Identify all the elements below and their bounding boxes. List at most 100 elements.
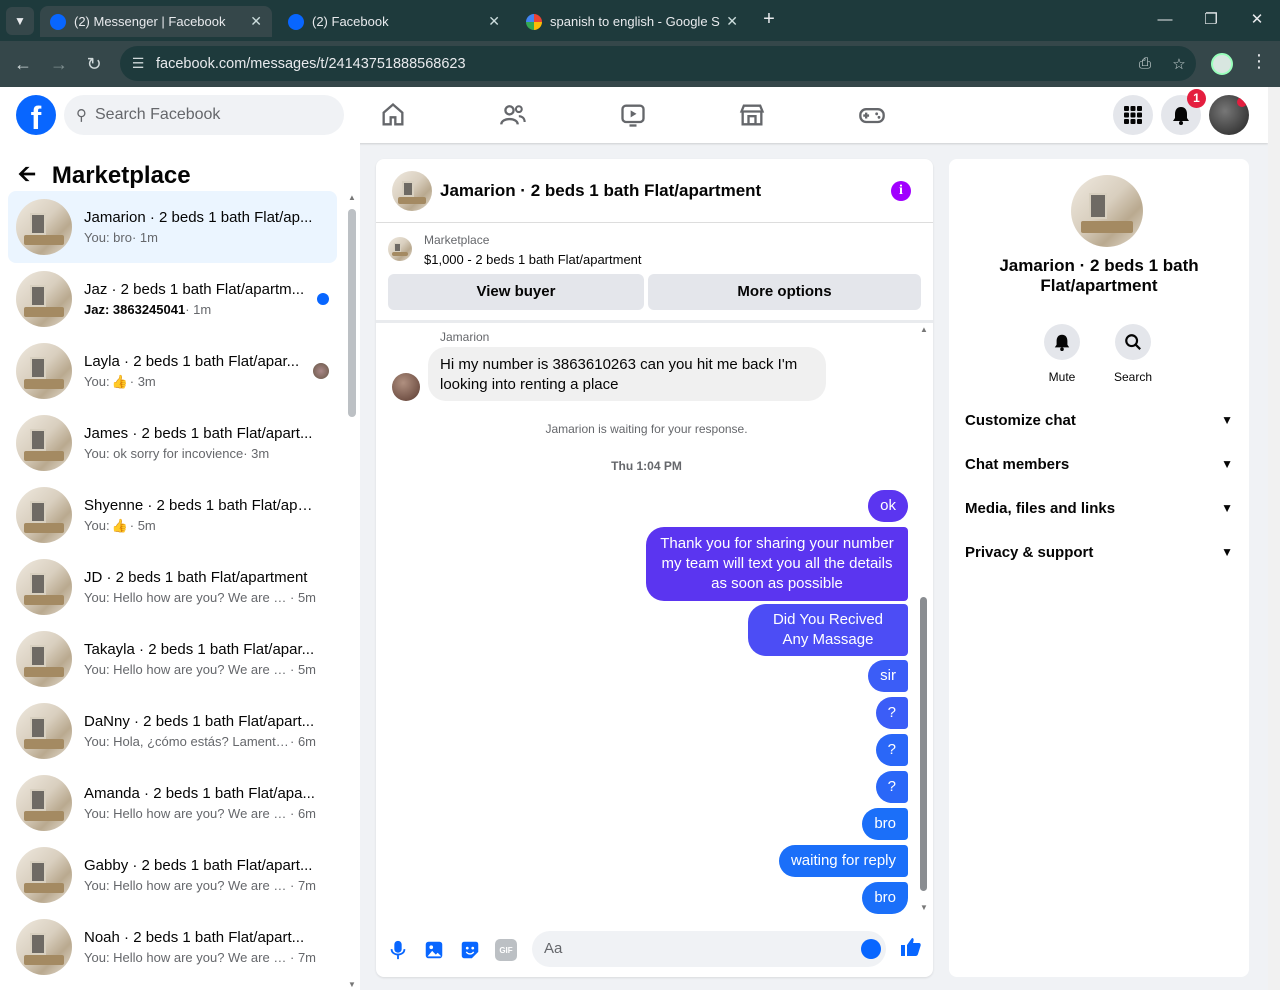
browser-profile-avatar[interactable]	[1211, 53, 1233, 75]
chat-members-section[interactable]: Chat members ▼	[965, 444, 1233, 484]
conversation-item[interactable]: Amanda · 2 beds 1 bath Flat/apa... You: H…	[8, 767, 337, 839]
outgoing-message[interactable]: Did You Recived Any Massage	[748, 604, 908, 656]
install-app-icon[interactable]: ⎙	[1128, 55, 1162, 72]
tab-messenger[interactable]: (2) Messenger | Facebook ✕	[40, 6, 272, 37]
scroll-up-icon[interactable]: ▲	[348, 193, 356, 202]
outgoing-message[interactable]: ok	[868, 490, 908, 522]
listing-thumbnail	[16, 487, 72, 543]
preview-time: · 5m	[290, 590, 316, 605]
sticker-icon[interactable]	[459, 939, 481, 961]
maximize-button[interactable]: ❐	[1188, 6, 1234, 34]
gif-icon[interactable]: GIF	[495, 939, 517, 961]
facebook-favicon-icon	[50, 13, 66, 30]
section-label: Customize chat	[965, 411, 1076, 429]
bookmark-star-icon[interactable]: ☆	[1162, 55, 1196, 73]
tab-facebook[interactable]: (2) Facebook ✕	[278, 6, 510, 37]
bell-icon	[1173, 107, 1189, 125]
preview-text: You: bro	[84, 230, 132, 245]
info-icon[interactable]: i	[891, 181, 911, 201]
scroll-down-icon[interactable]: ▼	[348, 980, 356, 989]
outgoing-message[interactable]: ?	[875, 697, 908, 729]
preview-time: · 6m	[290, 806, 316, 821]
microphone-icon[interactable]	[387, 939, 409, 961]
scroll-down-icon[interactable]: ▼	[920, 903, 928, 912]
account-avatar[interactable]	[1209, 95, 1249, 135]
conversation-item[interactable]: James · 2 beds 1 bath Flat/apart... You: …	[8, 407, 337, 479]
window-close-button[interactable]: ✕	[1234, 6, 1280, 34]
minimize-button[interactable]: —	[1142, 6, 1188, 34]
thread-scroll-thumb[interactable]	[920, 597, 927, 891]
close-icon[interactable]: ✕	[488, 13, 500, 30]
photo-icon[interactable]	[423, 939, 445, 961]
site-settings-icon[interactable]: ☰	[120, 55, 156, 72]
chevron-down-icon: ▼	[1221, 501, 1233, 515]
outgoing-message[interactable]: ?	[875, 771, 908, 803]
marketplace-icon[interactable]	[738, 101, 766, 129]
conversation-item[interactable]: Takayla · 2 beds 1 bath Flat/apar... You:…	[8, 623, 337, 695]
listing-thumbnail	[16, 847, 72, 903]
tab-search-button[interactable]: ▼	[6, 7, 34, 35]
more-options-button[interactable]: More options	[648, 274, 921, 310]
new-tab-button[interactable]: +	[758, 8, 780, 30]
browser-menu-icon[interactable]: ⋮	[1250, 51, 1268, 72]
search-in-chat-button[interactable]: Search	[1103, 324, 1163, 384]
conversation-item[interactable]: Noah · 2 beds 1 bath Flat/apart... You: H…	[8, 911, 337, 983]
home-icon[interactable]	[379, 101, 407, 129]
thumbs-up-icon[interactable]	[899, 935, 923, 959]
outgoing-message[interactable]: ?	[875, 734, 908, 766]
scroll-up-icon[interactable]: ▲	[920, 325, 928, 334]
tab-title: spanish to english - Google Sea	[550, 14, 721, 29]
back-arrow-icon[interactable]: 🡨	[18, 157, 36, 195]
sender-avatar[interactable]	[392, 373, 420, 401]
preview-time: · 6m	[290, 734, 316, 749]
menu-grid-button[interactable]	[1113, 95, 1153, 135]
close-icon[interactable]: ✕	[250, 13, 262, 30]
list-scroll-thumb[interactable]	[348, 209, 356, 417]
address-bar[interactable]: ☰ facebook.com/messages/t/24143751888568…	[120, 46, 1196, 81]
preview-time: · 5m	[129, 517, 156, 533]
friends-icon[interactable]	[499, 101, 527, 129]
forward-button[interactable]: →	[44, 49, 74, 79]
customize-chat-section[interactable]: Customize chat ▼	[965, 400, 1233, 440]
media-files-links-section[interactable]: Media, files and links ▼	[965, 488, 1233, 528]
facebook-logo-icon[interactable]: f	[16, 95, 56, 136]
browser-toolbar: ← → ↻ ☰ facebook.com/messages/t/24143751…	[0, 41, 1280, 87]
listing-price[interactable]: $1,000 - 2 beds 1 bath Flat/apartment	[424, 252, 642, 267]
outgoing-message[interactable]: bro	[862, 882, 908, 914]
view-buyer-button[interactable]: View buyer	[388, 274, 644, 310]
outgoing-message[interactable]: Thank you for sharing your number my tea…	[646, 527, 908, 601]
search-input[interactable]: ⚲ Search Facebook	[64, 95, 344, 135]
outgoing-message[interactable]: bro	[862, 808, 908, 840]
mute-button[interactable]: Mute	[1032, 324, 1092, 384]
outgoing-message[interactable]: waiting for reply	[778, 845, 908, 877]
gaming-icon[interactable]	[858, 101, 886, 129]
conversation-item[interactable]: JD · 2 beds 1 bath Flat/apartment You: He…	[8, 551, 337, 623]
conversation-item[interactable]: Gabby · 2 beds 1 bath Flat/apart... You: …	[8, 839, 337, 911]
emoji-icon[interactable]	[861, 939, 881, 959]
search-icon	[1125, 334, 1141, 350]
chevron-down-icon: ▼	[1221, 413, 1233, 427]
conversation-name: Jamarion · 2 beds 1 bath Flat/ap...	[84, 209, 313, 226]
privacy-support-section[interactable]: Privacy & support ▼	[965, 532, 1233, 572]
preview-text: You: Hello how are you? We are re...	[84, 950, 290, 965]
reload-button[interactable]: ↻	[79, 49, 109, 79]
preview-text: You: ok sorry for incovience	[84, 446, 244, 461]
listing-avatar[interactable]	[1071, 175, 1143, 247]
chat-title[interactable]: Jamarion · 2 beds 1 bath Flat/apartment	[440, 181, 761, 201]
video-icon[interactable]	[619, 101, 647, 129]
page-scrollbar[interactable]	[1268, 87, 1280, 990]
close-icon[interactable]: ✕	[726, 13, 738, 30]
listing-thumbnail[interactable]	[392, 170, 432, 211]
conversation-item[interactable]: Shyenne · 2 beds 1 bath Flat/apa... You: 👍…	[8, 479, 337, 551]
conversation-item[interactable]: DaNny · 2 beds 1 bath Flat/apart... You: …	[8, 695, 337, 767]
conversation-item[interactable]: Jaz · 2 beds 1 bath Flat/apartm... Jaz: 3…	[8, 263, 337, 335]
message-input[interactable]: Aa	[532, 931, 886, 967]
tab-google[interactable]: spanish to english - Google Sea ✕	[516, 6, 748, 37]
incoming-message[interactable]: Hi my number is 3863610263 can you hit m…	[428, 347, 826, 401]
conversation-item[interactable]: Layla · 2 beds 1 bath Flat/apar... You: 👍 ·…	[8, 335, 337, 407]
back-button[interactable]: ←	[8, 49, 38, 79]
preview-time: · 5m	[290, 662, 316, 677]
page-title: Marketplace	[51, 162, 191, 189]
outgoing-message[interactable]: sir	[868, 660, 908, 692]
conversation-item[interactable]: Jamarion · 2 beds 1 bath Flat/ap... You: …	[8, 191, 337, 263]
